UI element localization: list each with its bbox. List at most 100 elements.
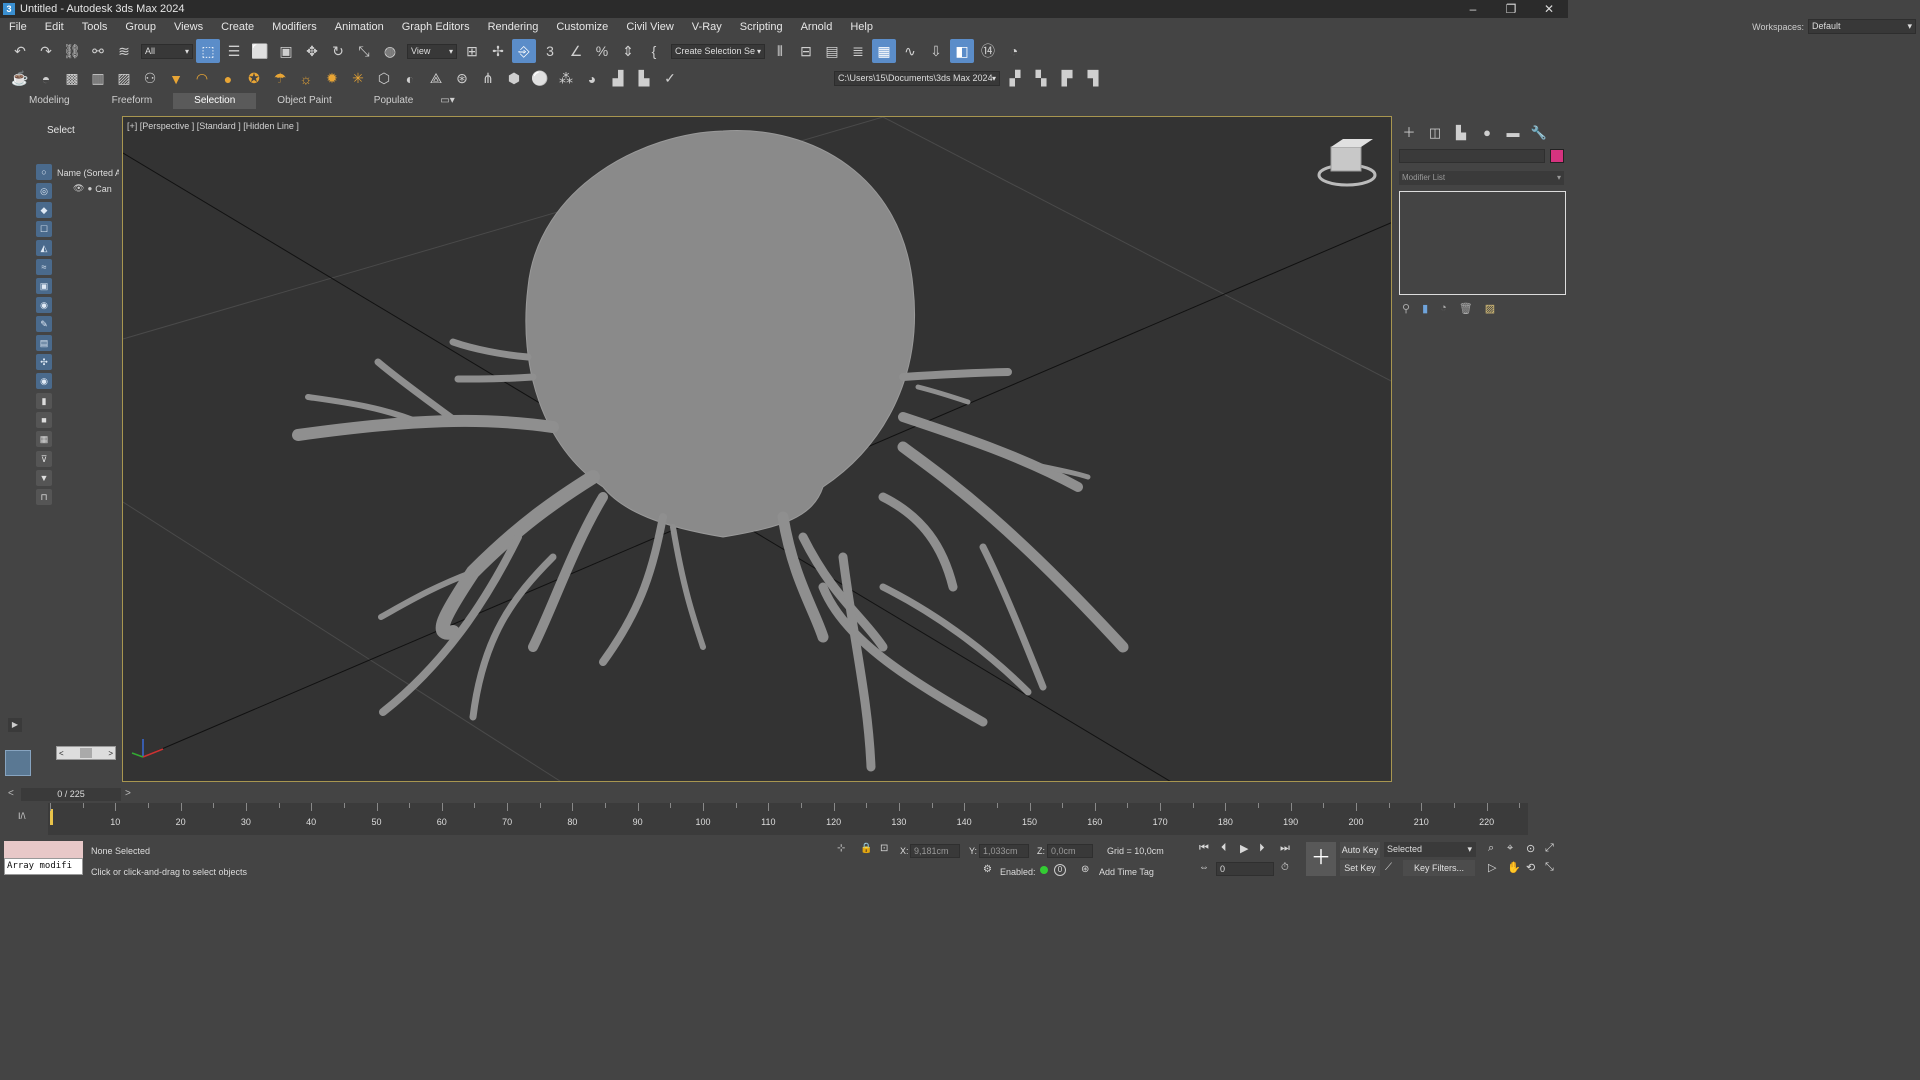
menu-help[interactable]: Help [841, 18, 882, 37]
current-frame-marker[interactable] [50, 809, 53, 825]
display-dependents-icon[interactable]: ▦ [36, 431, 52, 447]
zoom-icon[interactable]: ⌕ [1488, 842, 1494, 855]
keyboard-shortcut-override-icon[interactable]: ⎆ [512, 39, 536, 63]
mirror-icon[interactable]: ⫴ [768, 39, 792, 63]
vray-grass-icon[interactable]: ⋔ [476, 67, 500, 91]
snaps-toggle-icon[interactable]: 3 [538, 39, 562, 63]
tab-populate[interactable]: Populate [353, 93, 434, 109]
menu-modifiers[interactable]: Modifiers [263, 18, 326, 37]
vray-scatter-icon[interactable]: ⬢ [502, 67, 526, 91]
scene-explorer-icon[interactable]: ▤ [820, 39, 844, 63]
perspective-viewport[interactable]: [+] [Perspective ] [Standard ] [Hidden L… [122, 116, 1392, 782]
display-bones-icon[interactable]: ▤ [36, 335, 52, 351]
display-frozen-icon[interactable]: ◉ [36, 373, 52, 389]
vray-ies-light-icon[interactable]: ✪ [242, 67, 266, 91]
zoom-extents-icon[interactable]: ⊙ [1526, 842, 1535, 855]
selection-filter-dropdown[interactable]: All [141, 43, 193, 59]
vray-light-mesh-icon[interactable]: ✹ [320, 67, 344, 91]
vray-render-icon[interactable]: ▨ [112, 67, 136, 91]
configure-modifier-sets-icon[interactable]: ▨ [1485, 302, 1495, 315]
tab-modeling[interactable]: Modeling [8, 93, 91, 109]
orbit-icon[interactable]: ⟲ [1526, 861, 1535, 874]
project-new-icon[interactable]: ▛ [1055, 67, 1079, 91]
vray-ambient-light-icon[interactable]: ☂ [268, 67, 292, 91]
key-mode-toggle-icon[interactable]: ⇔ [1199, 862, 1209, 873]
minimize-button[interactable]: – [1454, 0, 1492, 18]
display-none-icon[interactable]: ○ [36, 164, 52, 180]
align-icon[interactable]: ⊟ [794, 39, 818, 63]
select-object-icon[interactable]: ⬚ [196, 39, 220, 63]
next-frame-icon[interactable]: ⏵ [1259, 842, 1265, 855]
viewport-label[interactable]: [+] [Perspective ] [Standard ] [Hidden L… [127, 121, 299, 131]
time-tag-icon[interactable]: ⊛ [1081, 864, 1089, 875]
render-setup-icon[interactable]: ⑭ [976, 39, 1000, 63]
vray-sky-icon[interactable]: ✳ [346, 67, 370, 91]
menu-create[interactable]: Create [212, 18, 263, 37]
project-path-dropdown[interactable]: C:\Users\15\Documents\3ds Max 2024 [834, 71, 1000, 86]
menu-civil-view[interactable]: Civil View [617, 18, 682, 37]
set-key-big-icon[interactable]: ＋ [1306, 842, 1336, 876]
project-open-icon[interactable]: ▜ [1081, 67, 1105, 91]
record-toggle-icon[interactable]: 0 [1054, 864, 1066, 876]
curve-editor-icon[interactable]: ∿ [898, 39, 922, 63]
modifier-list-dropdown[interactable]: Modifier List ▾ [1399, 171, 1564, 185]
mini-curve-editor-icon[interactable]: I/\ [18, 811, 26, 821]
bind-space-warp-icon[interactable]: ≋ [112, 39, 136, 63]
key-mode-dropdown[interactable]: Selected ▾ [1384, 842, 1476, 857]
scale-icon[interactable]: ⤡ [352, 39, 376, 63]
display-lights-icon[interactable]: ☐ [36, 221, 52, 237]
expand-arrow-icon[interactable]: ▶ [8, 718, 22, 732]
window-crossing-icon[interactable]: ▣ [274, 39, 298, 63]
default-in-out-tangents-icon[interactable]: ⟋ [1385, 862, 1392, 873]
select-by-name-icon[interactable]: ☰ [222, 39, 246, 63]
menu-group[interactable]: Group [116, 18, 165, 37]
vray-material-icon[interactable]: ⚪ [528, 67, 552, 91]
object-name-field[interactable] [1399, 149, 1545, 163]
play-icon[interactable]: ▶ [1240, 842, 1248, 855]
zoom-extents-all-icon[interactable]: ⤢ [1545, 842, 1554, 855]
restore-button[interactable]: ❐ [1492, 0, 1530, 18]
horizontal-scrollbar[interactable]: < > [56, 746, 116, 760]
display-spacewarps-icon[interactable]: ▣ [36, 278, 52, 294]
vray-bake-icon[interactable]: ▙ [632, 67, 656, 91]
ribbon-options-icon[interactable]: ▭▾ [434, 93, 460, 109]
next-frame-arrow-icon[interactable]: > [125, 788, 131, 799]
freeze-dot-icon[interactable]: ● [87, 184, 92, 193]
go-to-end-icon[interactable]: ⏭ [1280, 842, 1290, 855]
menu-tools[interactable]: Tools [73, 18, 117, 37]
x-coordinate-field[interactable]: 9,181cm [910, 844, 960, 858]
display-containers-icon[interactable]: ✣ [36, 354, 52, 370]
key-filters-button[interactable]: Key Filters... [1403, 860, 1475, 876]
spinner-snap-icon[interactable]: ⇕ [616, 39, 640, 63]
prev-frame-arrow-icon[interactable]: < [8, 788, 14, 799]
column-header[interactable]: Name (Sorted A [57, 168, 119, 178]
vray-sun-icon[interactable]: ☼ [294, 67, 318, 91]
timeline-ruler[interactable]: 10 20 30 40 50 60 70 80 90 100 110 120 130 140 150 160 1… [48, 803, 1528, 835]
display-tab-icon[interactable]: ▬ [1504, 124, 1522, 142]
time-configuration-icon[interactable]: ⏱ [1281, 862, 1289, 873]
current-frame-field[interactable]: 0 [1216, 862, 1274, 876]
rendered-frame-window-icon[interactable]: ◔ [1002, 39, 1026, 63]
tab-selection[interactable]: Selection [173, 93, 257, 109]
previous-frame-icon[interactable]: ⏴ [1221, 842, 1227, 855]
pan-view-icon[interactable]: ✋ [1507, 861, 1521, 874]
menu-views[interactable]: Views [165, 18, 212, 37]
zoom-all-icon[interactable]: ⌖ [1507, 842, 1513, 855]
display-children-icon[interactable]: ▮ [36, 393, 52, 409]
vray-light-icon[interactable]: ▼ [164, 67, 188, 91]
time-slider-thumb[interactable]: 0 / 225 [21, 788, 121, 801]
redo-icon[interactable]: ↷ [34, 39, 58, 63]
project-folder-icon[interactable]: ▞ [1003, 67, 1027, 91]
field-of-view-icon[interactable]: ▷ [1488, 861, 1496, 874]
hierarchy-tab-icon[interactable]: ▙ [1452, 124, 1470, 142]
layer-explorer-icon[interactable]: ≣ [846, 39, 870, 63]
vray-sphere-fade-icon[interactable]: ◐ [398, 67, 422, 91]
menu-animation[interactable]: Animation [326, 18, 393, 37]
menu-arnold[interactable]: Arnold [792, 18, 842, 37]
vray-decal-icon[interactable]: ▟ [606, 67, 630, 91]
filter-icon[interactable]: ⊽ [36, 451, 52, 467]
vray-plane-icon[interactable]: ⟁ [424, 67, 448, 91]
tab-object-paint[interactable]: Object Paint [256, 93, 352, 109]
percent-snap-icon[interactable]: % [590, 39, 614, 63]
toggle-ribbon-icon[interactable]: ▦ [872, 39, 896, 63]
